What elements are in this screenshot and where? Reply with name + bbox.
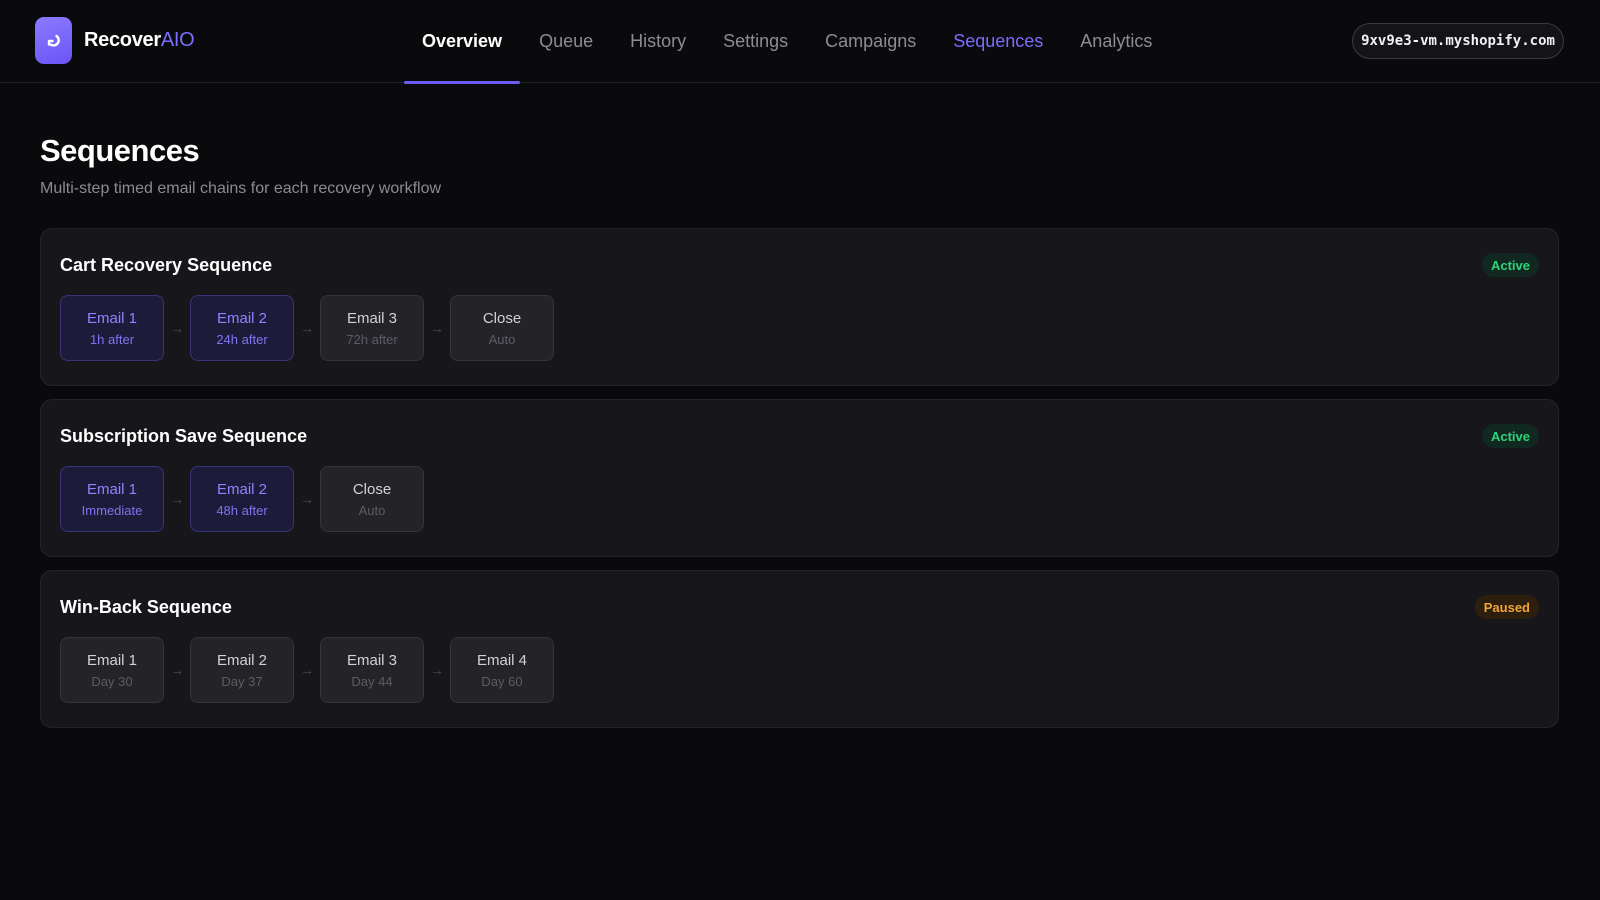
arrow-right-icon: →	[170, 320, 184, 336]
tab-queue[interactable]: Queue	[521, 0, 611, 83]
step-timing: Auto	[358, 502, 386, 518]
sequence-step[interactable]: Email 1 Immediate	[60, 466, 164, 532]
status-badge: Active	[1481, 424, 1539, 448]
brand-logo-link[interactable]: Recover AIO	[35, 17, 195, 64]
sequence-step[interactable]: Email 3 Day 44	[320, 637, 424, 703]
step-timing: Day 37	[221, 673, 263, 689]
sequence-title: Win-Back Sequence	[60, 597, 232, 617]
tab-overview[interactable]: Overview	[404, 0, 521, 84]
sequence-steps: Email 1 Day 30 → Email 2 Day 37 → Email 3 Day 4…	[60, 637, 554, 703]
arrow-right-icon: →	[300, 320, 314, 336]
step-label: Close	[352, 480, 392, 498]
step-label: Close	[482, 309, 522, 327]
sequence-step[interactable]: Email 2 48h after	[190, 466, 294, 532]
step-timing: Day 44	[351, 673, 393, 689]
arrow-right-icon: →	[300, 662, 314, 678]
sequence-step[interactable]: Email 1 Day 30	[60, 637, 164, 703]
sequence-step[interactable]: Email 3 72h after	[320, 295, 424, 361]
sequence-card: Win-Back Sequence Paused Email 1 Day 30 → Ema…	[40, 570, 1559, 728]
tab-campaigns[interactable]: Campaigns	[807, 0, 934, 83]
sequence-title: Cart Recovery Sequence	[60, 255, 273, 275]
sequence-step[interactable]: Close Auto	[450, 295, 554, 361]
step-label: Email 1	[86, 309, 138, 327]
tab-history[interactable]: History	[612, 0, 704, 83]
arrow-right-icon: →	[170, 491, 184, 507]
arrow-right-icon: →	[430, 662, 444, 678]
sequence-step[interactable]: Email 2 Day 37	[190, 637, 294, 703]
sequence-steps: Email 1 Immediate → Email 2 48h after → Close A…	[60, 466, 424, 532]
sequence-step[interactable]: Email 4 Day 60	[450, 637, 554, 703]
step-label: Email 4	[476, 651, 528, 669]
sequence-card: Cart Recovery Sequence Active Email 1 1h af…	[40, 228, 1559, 386]
step-label: Email 1	[86, 480, 138, 498]
tab-sequences[interactable]: Sequences	[935, 0, 1061, 83]
brand-name-part1: Recover	[84, 29, 161, 51]
sequence-card: Subscription Save Sequence Active Email 1 I…	[40, 399, 1559, 557]
sequence-title: Subscription Save Sequence	[60, 426, 308, 446]
step-timing: 72h after	[346, 331, 398, 347]
brand-name: Recover AIO	[84, 29, 195, 52]
step-timing: 1h after	[89, 331, 135, 347]
arrow-right-icon: →	[170, 662, 184, 678]
sequence-steps: Email 1 1h after → Email 2 24h after → Email 3…	[60, 295, 554, 361]
step-timing: 24h after	[216, 331, 268, 347]
status-badge: Paused	[1474, 595, 1539, 619]
return-arrow-icon	[35, 17, 72, 64]
step-label: Email 3	[346, 651, 398, 669]
step-label: Email 2	[216, 309, 268, 327]
step-label: Email 2	[216, 480, 268, 498]
status-badge: Active	[1481, 253, 1539, 277]
arrow-right-icon: →	[430, 320, 444, 336]
step-timing: Immediate	[81, 502, 143, 518]
page-title: Sequences	[40, 133, 200, 168]
step-label: Email 2	[216, 651, 268, 669]
page-subtitle: Multi-step timed email chains for each r…	[40, 180, 442, 197]
step-timing: Day 60	[481, 673, 523, 689]
tab-settings[interactable]: Settings	[705, 0, 806, 83]
arrow-right-icon: →	[300, 491, 314, 507]
step-timing: Auto	[488, 331, 516, 347]
main-nav-tabs: Overview Queue History Settings Campaign…	[404, 0, 1171, 84]
sequence-step[interactable]: Email 1 1h after	[60, 295, 164, 361]
step-label: Email 1	[86, 651, 138, 669]
sequence-step[interactable]: Close Auto	[320, 466, 424, 532]
top-navigation-bar: Recover AIO Overview Queue History Settin…	[0, 0, 1600, 84]
tab-analytics[interactable]: Analytics	[1062, 0, 1170, 83]
step-label: Email 3	[346, 309, 398, 327]
step-timing: Day 30	[91, 673, 133, 689]
store-domain-pill[interactable]: 9xv9e3-vm.myshopify.com	[1352, 23, 1564, 59]
step-timing: 48h after	[216, 502, 268, 518]
sequence-card-list: Cart Recovery Sequence Active Email 1 1h af…	[40, 228, 1559, 741]
brand-name-part2: AIO	[160, 29, 195, 51]
sequence-step[interactable]: Email 2 24h after	[190, 295, 294, 361]
